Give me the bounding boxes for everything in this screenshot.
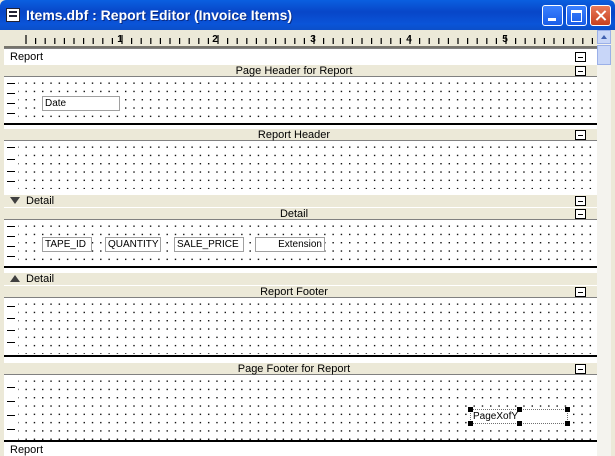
band-gutter: [4, 298, 18, 354]
date-field-label: Date: [45, 98, 67, 109]
resize-handle[interactable]: [517, 421, 522, 426]
band-body-report-header[interactable]: [4, 141, 597, 189]
extension-field-label: Extension: [278, 239, 322, 250]
ruler-label-5: 5: [502, 34, 508, 45]
band-separator: [4, 355, 597, 357]
ruler-ticks: 1 2 3 4 5: [4, 34, 597, 48]
report-design-area[interactable]: 1 2 3 4 5 Report Page Header for Report …: [4, 30, 611, 456]
sale-price-field-label: SALE_PRICE: [177, 239, 239, 250]
triangle-up-icon[interactable]: [10, 275, 20, 282]
band-bar-page-header[interactable]: Page Header for Report: [4, 52, 597, 77]
band-bar-page-footer[interactable]: Page Footer for Report: [4, 362, 597, 375]
resize-handle[interactable]: [468, 421, 473, 426]
group-title-detail-close: Detail: [26, 273, 55, 285]
band-gutter: [4, 220, 18, 266]
band-separator: [4, 440, 597, 442]
scroll-thumb[interactable]: [597, 45, 611, 65]
horizontal-ruler: 1 2 3 4 5: [4, 30, 597, 49]
band-bar-report-footer[interactable]: Report Footer: [4, 285, 597, 298]
band-separator: [4, 266, 597, 268]
band-title-report-header: Report Header: [257, 129, 331, 141]
band-title-report-footer: Report Footer: [260, 286, 328, 298]
maximize-button[interactable]: [566, 5, 587, 26]
resize-handle[interactable]: [565, 421, 570, 426]
tape-id-field[interactable]: TAPE_ID: [42, 237, 92, 252]
triangle-down-icon[interactable]: [10, 197, 20, 204]
report-label-bottom: Report: [10, 444, 44, 456]
band-title-detail: Detail: [279, 208, 309, 220]
scroll-up-arrow-icon[interactable]: [597, 30, 611, 44]
window-title: Items.dbf : Report Editor (Invoice Items…: [26, 7, 293, 23]
resize-handle[interactable]: [468, 407, 473, 412]
band-gutter: [4, 141, 18, 189]
collapse-detail-group-button[interactable]: [575, 196, 586, 206]
date-field[interactable]: Date: [42, 96, 120, 111]
group-title-detail-open: Detail: [26, 195, 55, 207]
sale-price-field[interactable]: SALE_PRICE: [174, 237, 244, 252]
group-bar-detail-close[interactable]: Detail: [4, 273, 597, 285]
resize-handle[interactable]: [565, 407, 570, 412]
report-editor-window: Items.dbf : Report Editor (Invoice Items…: [0, 0, 615, 456]
ruler-label-3: 3: [310, 34, 316, 45]
minimize-button[interactable]: [542, 5, 563, 26]
band-body-report-footer[interactable]: [4, 298, 597, 354]
band-gutter: [4, 77, 18, 123]
page-x-of-y-field-label: PageXofY: [473, 411, 519, 422]
extension-field[interactable]: Extension: [255, 237, 325, 252]
tape-id-field-label: TAPE_ID: [45, 239, 86, 250]
report-label-top: Report: [10, 51, 44, 63]
quantity-field[interactable]: QUANTITY: [105, 237, 161, 252]
band-gutter: [4, 375, 18, 441]
vertical-scrollbar[interactable]: [597, 30, 611, 456]
band-title-page-header: Page Header for Report: [235, 65, 353, 77]
collapse-detail-button[interactable]: [575, 209, 586, 219]
group-bar-detail-open[interactable]: Detail: [4, 195, 597, 207]
band-bar-report-header[interactable]: Report Header: [4, 128, 597, 141]
band-separator: [4, 123, 597, 125]
band-body-detail[interactable]: TAPE_ID QUANTITY SALE_PRICE Extension: [4, 220, 597, 266]
band-bar-detail[interactable]: Detail: [4, 207, 597, 220]
ruler-label-2: 2: [212, 34, 218, 45]
collapse-report-button[interactable]: [575, 52, 586, 62]
collapse-report-header-button[interactable]: [575, 130, 586, 140]
band-body-page-footer[interactable]: PageXofY: [4, 375, 597, 441]
band-title-page-footer: Page Footer for Report: [237, 363, 351, 375]
title-bar[interactable]: Items.dbf : Report Editor (Invoice Items…: [0, 0, 615, 30]
collapse-page-header-button[interactable]: [575, 66, 586, 76]
collapse-page-footer-button[interactable]: [575, 364, 586, 374]
table-icon[interactable]: [6, 8, 20, 22]
close-button[interactable]: [590, 5, 611, 26]
band-body-page-header[interactable]: Date: [4, 77, 597, 123]
ruler-label-4: 4: [406, 34, 412, 45]
resize-handle[interactable]: [517, 407, 522, 412]
quantity-field-label: QUANTITY: [108, 239, 159, 250]
collapse-report-footer-button[interactable]: [575, 287, 586, 297]
